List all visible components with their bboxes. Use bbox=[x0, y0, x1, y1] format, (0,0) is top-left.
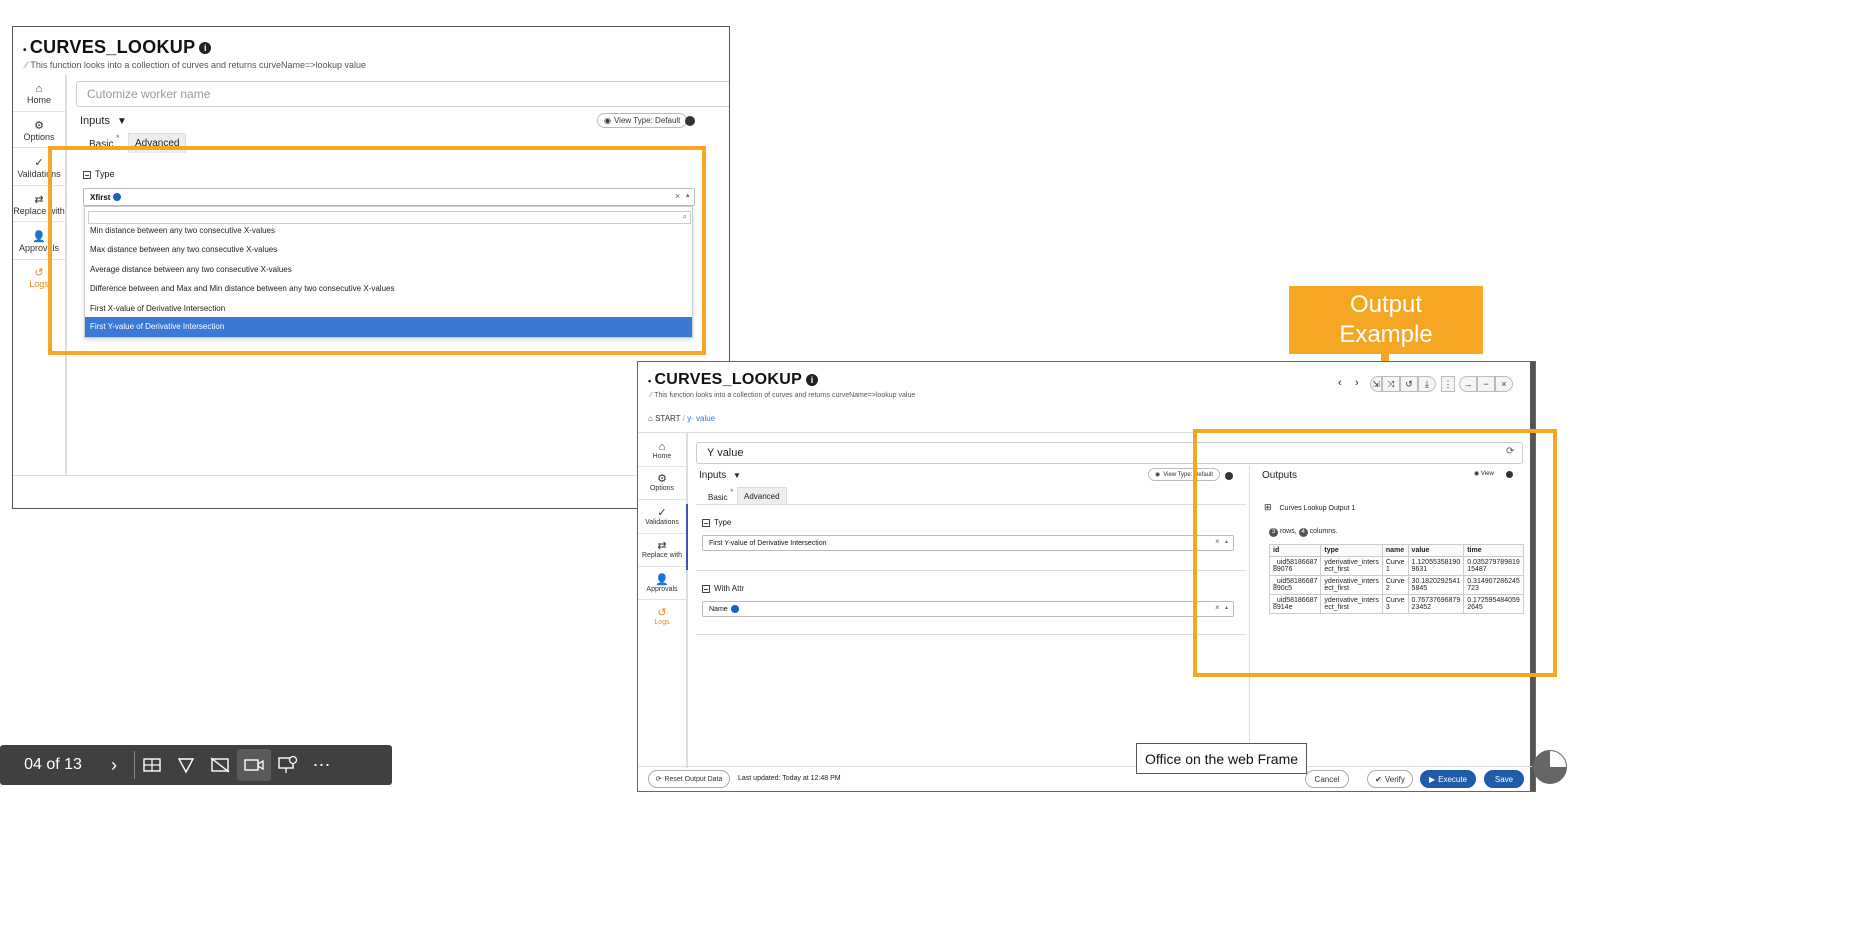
eye-icon: ◉ bbox=[604, 116, 611, 125]
info-icon[interactable]: i bbox=[806, 373, 819, 386]
sidebar-item-home[interactable]: ⌂ Home bbox=[638, 441, 686, 460]
curve-icon: ⁄⁄ bbox=[25, 60, 29, 70]
sidebar-item-logs[interactable]: ↺ Logs bbox=[638, 607, 686, 626]
page-title: • CURVES_LOOKUP i bbox=[23, 37, 212, 58]
minimize-icon[interactable]: − bbox=[1477, 376, 1495, 392]
next-icon[interactable]: › bbox=[1355, 377, 1359, 389]
sidebar-item-home[interactable]: ⌂ Home bbox=[13, 83, 65, 105]
sidebar-item-replace[interactable]: ⇄ Replace with bbox=[638, 540, 686, 559]
subtitles-off-icon[interactable] bbox=[203, 757, 237, 773]
pie-chart-icon bbox=[1533, 750, 1567, 784]
forward-icon[interactable]: → bbox=[1459, 376, 1477, 392]
grid-view-icon[interactable] bbox=[135, 758, 169, 772]
view-type-button[interactable]: ◉ View Type: Default bbox=[597, 113, 688, 128]
refresh-icon: ⟳ bbox=[655, 776, 662, 783]
execute-button[interactable]: ▶ Execute bbox=[1420, 770, 1476, 788]
breadcrumb-current[interactable]: y- value bbox=[687, 414, 715, 423]
close-icon[interactable]: × bbox=[1495, 376, 1513, 392]
sidebar-item-options[interactable]: ⚙ Options bbox=[638, 473, 686, 492]
download-icon[interactable]: ⤓ bbox=[1418, 376, 1436, 392]
home-icon: ⌂ bbox=[658, 441, 666, 453]
last-updated: Last updated: Today at 12:48 PM bbox=[738, 775, 841, 782]
gear-icon: ⚙ bbox=[657, 473, 667, 485]
eye-icon: ◉ bbox=[1155, 472, 1161, 478]
verify-button[interactable]: ✔ Verify bbox=[1367, 770, 1413, 788]
inputs-header: Inputs ▼ bbox=[699, 470, 741, 481]
sidebar-item-validations[interactable]: ✓ Validations bbox=[638, 507, 686, 526]
shuffle-icon[interactable]: ⤨ bbox=[1382, 376, 1400, 392]
camera-icon[interactable] bbox=[237, 749, 271, 781]
tab-advanced[interactable]: Advanced bbox=[737, 487, 787, 505]
curve-icon: ⁄⁄ bbox=[650, 392, 653, 399]
home-icon: ⌂ bbox=[648, 414, 653, 423]
type-select[interactable]: First Y-value of Derivative Intersection bbox=[702, 535, 1234, 551]
with-attr-select[interactable]: Name bbox=[702, 601, 1234, 617]
worker-name-input[interactable]: Cutomize worker name bbox=[76, 81, 729, 107]
page-subtitle: ⁄⁄ This function looks into a collection… bbox=[650, 392, 916, 399]
collapse-icon[interactable] bbox=[702, 518, 710, 527]
highlight-box-dropdown bbox=[48, 146, 706, 355]
breadcrumb: ⌂ START / y- value bbox=[648, 414, 716, 423]
slide-counter[interactable]: 04 of 13 bbox=[0, 756, 94, 774]
page-title: • CURVES_LOOKUP i bbox=[648, 371, 819, 389]
user-check-icon: 👤 bbox=[655, 574, 669, 586]
play-icon: ▶ bbox=[1428, 774, 1436, 784]
fit-icon[interactable]: ⇲ bbox=[1370, 376, 1382, 392]
more-options-icon[interactable]: ⋯ bbox=[305, 755, 339, 776]
info-icon[interactable]: i bbox=[199, 42, 212, 55]
home-icon: ⌂ bbox=[35, 83, 43, 95]
highlight-box-outputs bbox=[1193, 429, 1557, 677]
with-attr-label: With Attr bbox=[702, 584, 744, 593]
output-example-callout: Output Example bbox=[1289, 286, 1483, 354]
swap-icon: ⇄ bbox=[657, 540, 667, 552]
check-icon: ✔ bbox=[1375, 774, 1382, 784]
sidebar-item-options[interactable]: ⚙ Options bbox=[13, 120, 65, 142]
more-icon[interactable]: ⋮ bbox=[1441, 376, 1455, 392]
next-slide-icon[interactable]: › bbox=[94, 755, 134, 776]
pen-icon[interactable] bbox=[169, 756, 203, 774]
save-button[interactable]: Save bbox=[1484, 770, 1524, 788]
cancel-button[interactable]: Cancel bbox=[1305, 770, 1349, 788]
sidebar-item-approvals[interactable]: 👤 Approvals bbox=[638, 574, 686, 593]
prev-icon[interactable]: ‹ bbox=[1338, 377, 1342, 389]
check-icon: ✓ bbox=[657, 507, 667, 519]
sidebar: ⌂ Home ⚙ Options ✓ Validations ⇄ Replace wit… bbox=[638, 433, 687, 768]
window-toolbar: ‹ › ⇲ ⤨ ↺ ⤓ ⋮ → − × bbox=[1338, 376, 1528, 394]
filter-icon[interactable]: ▼ bbox=[117, 116, 127, 127]
breadcrumb-start[interactable]: START bbox=[655, 414, 680, 423]
office-frame-tooltip: Office on the web Frame bbox=[1136, 743, 1308, 774]
page-subtitle: ⁄⁄ This function looks into a collection… bbox=[25, 60, 367, 70]
collapse-icon[interactable] bbox=[702, 584, 710, 593]
undo-icon[interactable]: ↺ bbox=[1400, 376, 1418, 392]
filter-icon[interactable]: ▼ bbox=[733, 471, 741, 480]
history-icon: ↺ bbox=[657, 607, 667, 619]
slideshow-toolbar: 04 of 13 › ⋯ bbox=[0, 745, 392, 785]
gear-icon: ⚙ bbox=[34, 120, 44, 132]
reset-output-button[interactable]: ⟳ Reset Output Data bbox=[648, 770, 730, 788]
type-label: Type bbox=[702, 518, 731, 527]
add-icon[interactable] bbox=[730, 605, 739, 613]
inputs-header: Inputs ▼ bbox=[80, 115, 127, 127]
present-stop-icon[interactable] bbox=[271, 756, 305, 774]
settings-icon[interactable] bbox=[685, 116, 695, 126]
